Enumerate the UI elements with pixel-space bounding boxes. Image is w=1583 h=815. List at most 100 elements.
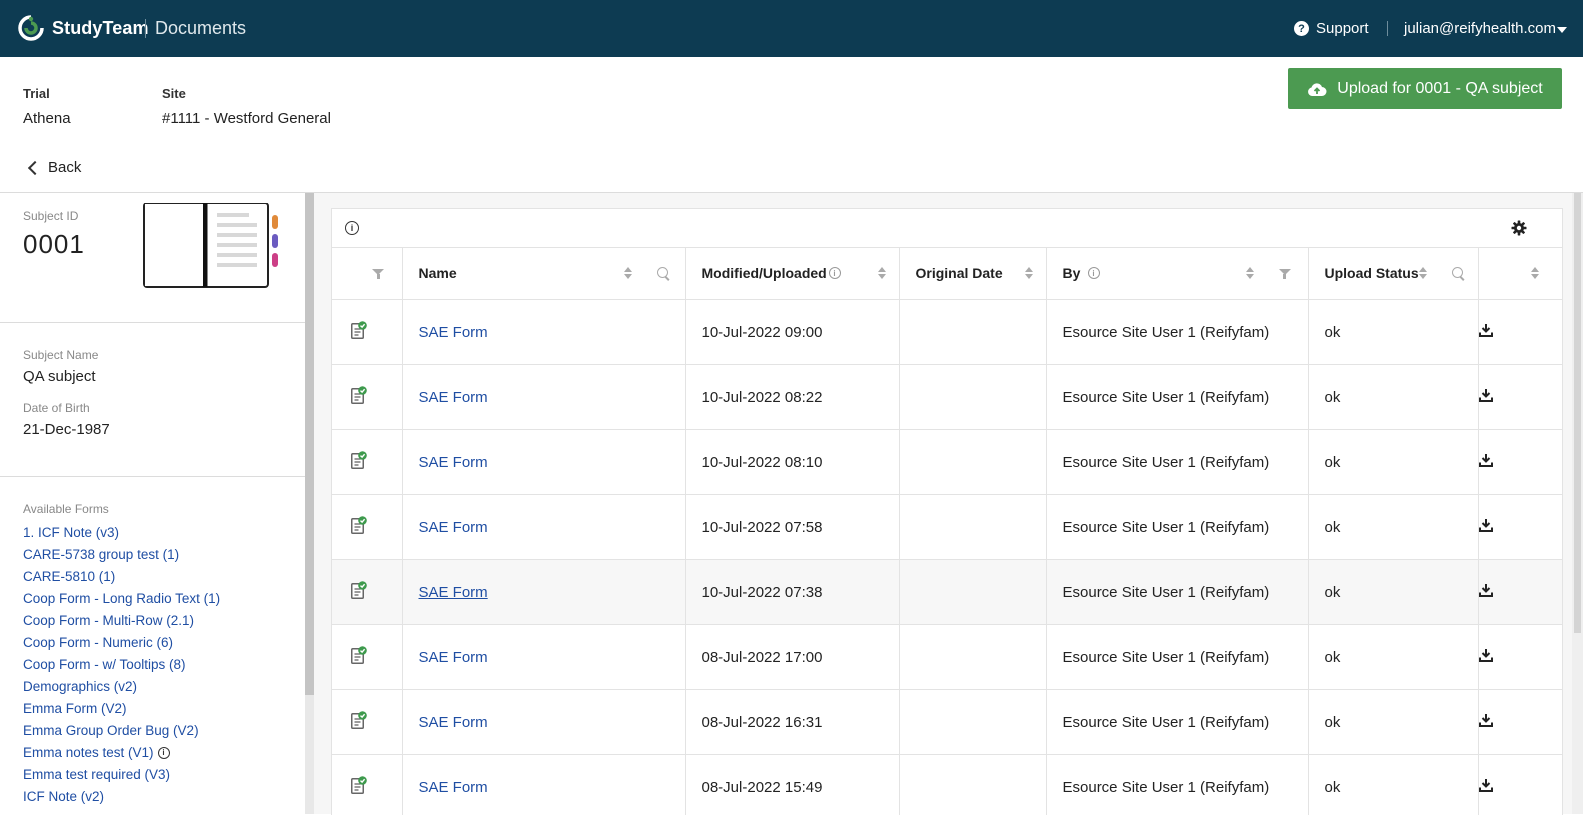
download-icon[interactable] <box>1479 388 1493 402</box>
info-icon[interactable]: i <box>158 747 170 759</box>
table-row[interactable]: SAE Form 10-Jul-2022 09:00 Esource Site … <box>332 300 1562 365</box>
form-link[interactable]: Demographics (v2) <box>23 676 220 698</box>
table-row[interactable]: SAE Form 08-Jul-2022 15:49 Esource Site … <box>332 755 1562 815</box>
user-menu[interactable]: julian@reifyhealth.com <box>1404 20 1556 37</box>
upload-button-label: Upload for 0001 - QA subject <box>1337 80 1542 98</box>
back-label: Back <box>48 159 81 176</box>
brand-divider <box>145 19 146 38</box>
form-link-label: CARE-5810 (1) <box>23 566 115 588</box>
caret-down-icon[interactable] <box>1557 27 1567 33</box>
table-row[interactable]: SAE Form 08-Jul-2022 16:31 Esource Site … <box>332 690 1562 755</box>
support-link[interactable]: ? Support <box>1294 20 1369 37</box>
sort-icon[interactable] <box>1531 267 1539 279</box>
trial-value: Athena <box>23 110 71 127</box>
sidebar-scrollbar[interactable] <box>305 193 314 814</box>
table-row[interactable]: SAE Form 08-Jul-2022 17:00 Esource Site … <box>332 625 1562 690</box>
gear-icon[interactable] <box>1511 220 1527 236</box>
document-name-link[interactable]: SAE Form <box>403 584 488 601</box>
document-name-link[interactable]: SAE Form <box>403 714 488 731</box>
download-cell <box>1478 495 1562 560</box>
form-link[interactable]: Coop Form - Multi-Row (2.1) <box>23 610 220 632</box>
download-icon[interactable] <box>1479 778 1493 792</box>
uploaded-by-cell: Esource Site User 1 (Reifyfam) <box>1046 365 1308 430</box>
download-icon[interactable] <box>1479 713 1493 727</box>
original-date-column-header[interactable]: Original Date <box>899 247 1046 300</box>
form-link[interactable]: 1. ICF Note (v3) <box>23 522 220 544</box>
form-link-label: CARE-5738 group test (1) <box>23 544 179 566</box>
actions-column-header[interactable] <box>1478 247 1562 300</box>
form-link[interactable]: Coop Form - Numeric (6) <box>23 632 220 654</box>
documents-scrollbar-thumb[interactable] <box>1574 193 1581 633</box>
document-name-link[interactable]: SAE Form <box>403 649 488 666</box>
document-name-cell: SAE Form <box>402 300 685 365</box>
sort-icon[interactable] <box>1419 267 1427 279</box>
form-link[interactable]: Coop Form - w/ Tooltips (8) <box>23 654 220 676</box>
filter-icon[interactable] <box>1279 269 1291 275</box>
document-type-cell <box>332 430 402 495</box>
search-icon[interactable] <box>657 267 668 278</box>
table-toolbar: i <box>332 209 1562 248</box>
form-link[interactable]: ICF Note (v2) <box>23 786 220 808</box>
document-name-link[interactable]: SAE Form <box>403 519 488 536</box>
info-icon[interactable]: i <box>1088 267 1100 279</box>
document-type-cell <box>332 300 402 365</box>
document-name-link[interactable]: SAE Form <box>403 454 488 471</box>
info-icon[interactable]: i <box>345 221 359 235</box>
table-row[interactable]: SAE Form 10-Jul-2022 08:10 Esource Site … <box>332 430 1562 495</box>
document-name-link[interactable]: SAE Form <box>403 389 488 406</box>
document-type-cell <box>332 690 402 755</box>
form-link[interactable]: CARE-5738 group test (1) <box>23 544 220 566</box>
dob-value: 21-Dec-1987 <box>23 421 110 438</box>
sort-icon[interactable] <box>878 267 886 279</box>
document-name-link[interactable]: SAE Form <box>403 779 488 796</box>
available-forms-list: 1. ICF Note (v3) CARE-5738 group test (1… <box>23 522 220 808</box>
form-link[interactable]: Coop Form - Long Radio Text (1) <box>23 588 220 610</box>
modified-column-header[interactable]: Modified/Uploaded i <box>685 247 899 300</box>
modified-cell: 10-Jul-2022 08:22 <box>685 365 899 430</box>
table-row[interactable]: SAE Form 10-Jul-2022 07:38 Esource Site … <box>332 560 1562 625</box>
form-link-label: Demographics (v2) <box>23 676 137 698</box>
download-icon[interactable] <box>1479 323 1493 337</box>
document-name-cell: SAE Form <box>402 365 685 430</box>
form-link[interactable]: Emma Form (V2) <box>23 698 220 720</box>
download-icon[interactable] <box>1479 518 1493 532</box>
table-row[interactable]: SAE Form 10-Jul-2022 08:22 Esource Site … <box>332 365 1562 430</box>
site-value: #1111 - Westford General <box>162 110 331 127</box>
back-link[interactable]: Back <box>28 159 81 176</box>
info-icon[interactable]: i <box>829 267 841 279</box>
download-icon[interactable] <box>1479 453 1493 467</box>
subject-name-value: QA subject <box>23 368 96 385</box>
original-date-column-label: Original Date <box>916 265 1003 281</box>
table-row[interactable]: SAE Form 10-Jul-2022 07:58 Esource Site … <box>332 495 1562 560</box>
modified-column-label: Modified/Uploaded <box>702 265 827 281</box>
sort-icon[interactable] <box>1025 267 1033 279</box>
document-name-link[interactable]: SAE Form <box>403 324 488 341</box>
download-icon[interactable] <box>1479 583 1493 597</box>
form-link[interactable]: Emma notes test (V1)i <box>23 742 220 764</box>
sort-icon[interactable] <box>1246 267 1254 279</box>
by-column-header[interactable]: By i <box>1046 247 1308 300</box>
form-link[interactable]: Emma test required (V3) <box>23 764 220 786</box>
upload-status-column-header[interactable]: Upload Status <box>1308 247 1478 300</box>
sort-icon[interactable] <box>624 267 632 279</box>
document-signed-icon <box>351 776 367 794</box>
form-link[interactable]: CARE-5810 (1) <box>23 566 220 588</box>
brand-name[interactable]: StudyTeam <box>52 18 149 39</box>
download-icon[interactable] <box>1479 648 1493 662</box>
document-type-cell <box>332 625 402 690</box>
document-signed-icon <box>351 386 367 404</box>
studyteam-logo-icon[interactable] <box>18 15 44 41</box>
uploaded-by-cell: Esource Site User 1 (Reifyfam) <box>1046 300 1308 365</box>
upload-status-cell: ok <box>1308 560 1478 625</box>
form-link[interactable]: Emma Group Order Bug (V2) <box>23 720 220 742</box>
name-column-header[interactable]: Name <box>402 247 685 300</box>
search-icon[interactable] <box>1452 267 1463 278</box>
sidebar-scrollbar-thumb[interactable] <box>305 193 314 695</box>
document-name-cell: SAE Form <box>402 495 685 560</box>
original-date-cell <box>899 625 1046 690</box>
documents-scrollbar[interactable] <box>1572 193 1583 814</box>
upload-button[interactable]: Upload for 0001 - QA subject <box>1288 68 1562 109</box>
document-signed-icon <box>351 581 367 599</box>
sidebar-divider <box>0 322 305 323</box>
filter-icon[interactable] <box>372 269 384 275</box>
